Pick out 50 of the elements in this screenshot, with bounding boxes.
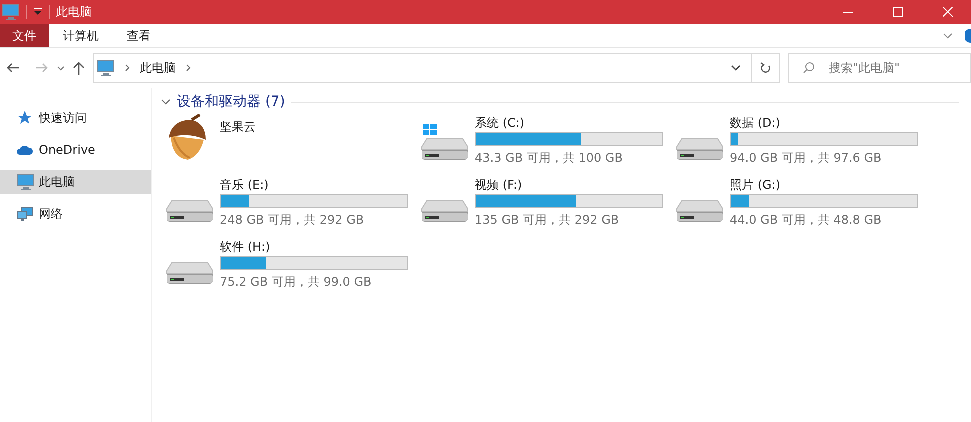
search-icon [803,62,815,74]
up-arrow-icon[interactable] [73,62,85,74]
computer-icon [2,4,20,20]
sidebar-item[interactable]: 快速访问 [0,106,151,130]
drive-space: 135 GB 可用，共 292 GB [475,212,620,229]
drive-space: 94.0 GB 可用，共 97.6 GB [730,150,883,167]
sidebar-item[interactable]: 此电脑 [0,170,151,194]
drive-space: 248 GB 可用，共 292 GB [220,212,366,229]
drive-space: 44.0 GB 可用，共 48.8 GB [730,212,883,229]
help-icon[interactable] [965,28,971,42]
address-bar[interactable]: 此电脑 [93,53,752,83]
ribbon-tab[interactable]: 查看 [113,24,165,47]
back-arrow-icon[interactable] [6,62,20,74]
drive-icon [676,138,724,162]
maximize-icon [893,7,903,17]
sidebar-item[interactable]: 网络 [0,202,151,226]
group-header[interactable]: 设备和驱动器 (7) [177,92,286,112]
drive-name[interactable]: 音乐 (E:) [220,176,408,194]
breadcrumb-chevron-icon[interactable] [125,64,130,72]
window-title: 此电脑 [56,4,92,21]
drive-name[interactable]: 软件 (H:) [220,238,408,256]
computer-icon [97,60,115,76]
recent-dropdown-icon[interactable] [57,66,65,70]
drive-name[interactable]: 照片 (G:) [730,176,918,194]
ribbon-tab[interactable]: 计算机 [49,24,113,47]
close-icon [943,7,953,17]
chevron-down-icon[interactable] [943,32,953,38]
drive-space: 43.3 GB 可用，共 100 GB [475,150,624,167]
drive-name[interactable]: 数据 (D:) [730,114,918,132]
refresh-button[interactable] [752,53,780,83]
item-name[interactable]: 坚果云 [220,118,256,134]
drive-icon [676,200,724,224]
computer-icon [17,174,35,190]
drive-icon [421,124,469,162]
drive-icon [166,200,214,224]
drive-name[interactable]: 视频 (F:) [475,176,663,194]
search-field[interactable]: 搜索"此电脑" [788,53,971,83]
refresh-icon [760,62,771,74]
breadcrumb-chevron-icon[interactable] [186,64,191,72]
sidebar-item[interactable]: OneDrive [0,138,151,162]
drive-space: 75.2 GB 可用，共 99.0 GB [220,274,373,291]
drive-icon [166,262,214,286]
chevron-icon [161,98,171,106]
breadcrumb-item[interactable]: 此电脑 [140,59,176,77]
drive-name[interactable]: 系统 (C:) [475,114,663,132]
network-icon [17,206,35,222]
drive-icon [421,200,469,224]
address-dropdown-icon[interactable] [731,65,741,71]
ribbon-tab[interactable]: 文件 [0,24,49,47]
dropdown-icon[interactable] [33,8,43,16]
